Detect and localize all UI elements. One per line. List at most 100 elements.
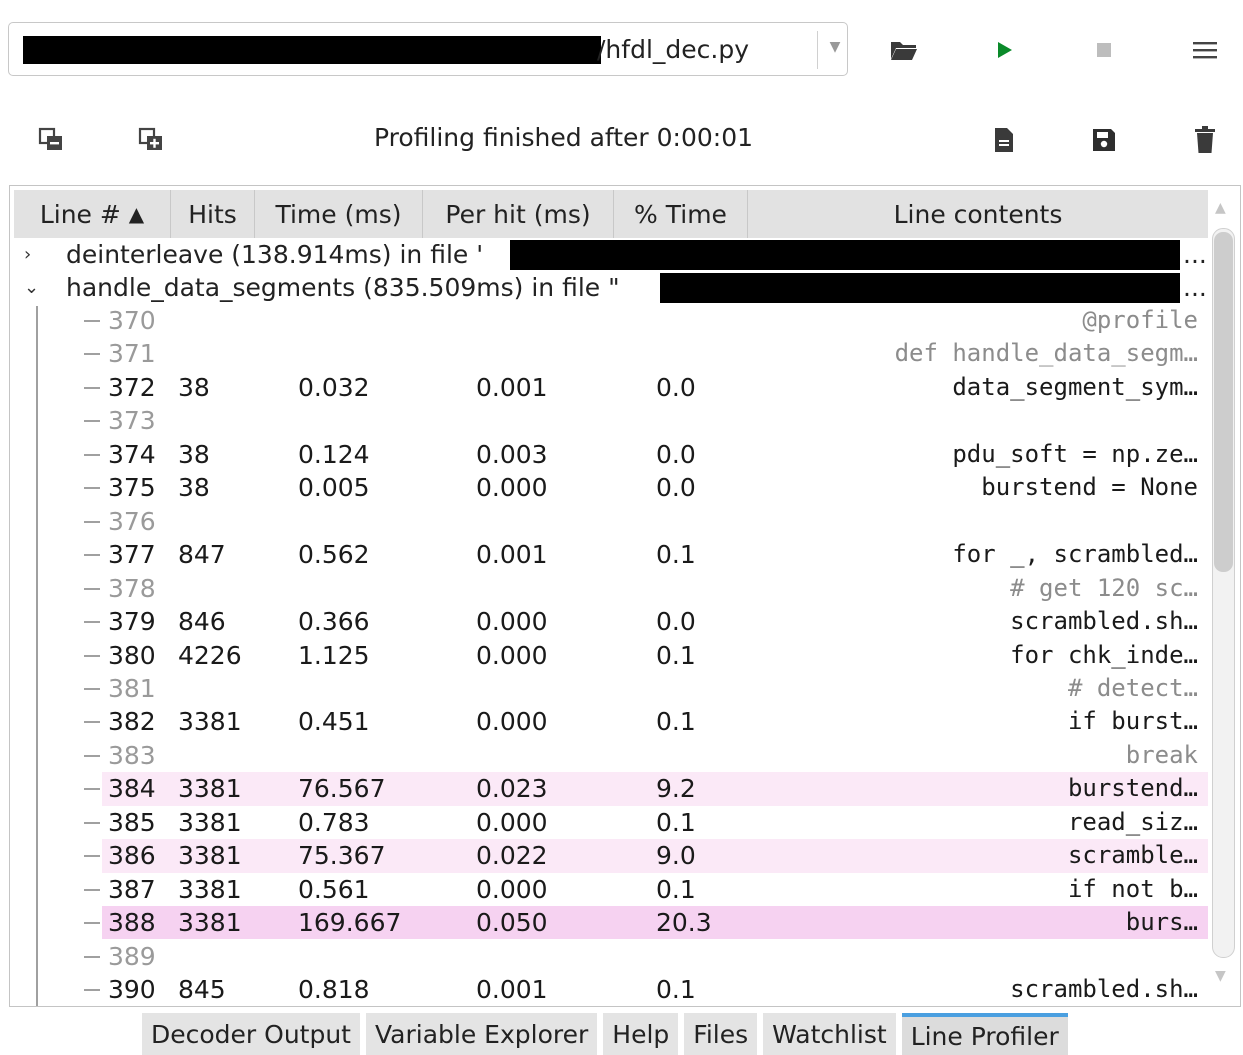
table-row[interactable]: 379 846 0.366 0.000 0.0 scrambled.sh…: [84, 605, 1208, 638]
collapse-all-button[interactable]: [32, 120, 72, 160]
table-row[interactable]: 377 847 0.562 0.001 0.1 for _, scrambled…: [84, 538, 1208, 571]
chevron-right-icon[interactable]: ›: [24, 238, 50, 271]
table-row[interactable]: 389: [84, 940, 1208, 973]
hits-cell: 38: [178, 372, 210, 402]
function-row-deinterleave[interactable]: › deinterleave (138.914ms) in file ' ...: [24, 238, 1207, 271]
hits-cell: 3381: [178, 841, 242, 871]
line-contents-cell: burstend = None: [981, 473, 1198, 502]
tab-help[interactable]: Help: [603, 1013, 679, 1055]
stop-profiler-button[interactable]: [1084, 30, 1124, 70]
hits-cell: 846: [178, 607, 226, 637]
table-row[interactable]: 370 @profile: [84, 304, 1208, 337]
function-label: deinterleave (138.914ms) in file ': [66, 240, 484, 269]
run-profiler-button[interactable]: [985, 30, 1025, 70]
tree-branch-stub: [84, 353, 100, 356]
truncation-ellipsis: ...: [1183, 240, 1207, 269]
col-header-hits[interactable]: Hits: [171, 190, 255, 238]
time-cell: 0.366: [298, 607, 370, 637]
table-row[interactable]: 380 4226 1.125 0.000 0.1 for chk_inde…: [84, 639, 1208, 672]
tab-decoder-output[interactable]: Decoder Output: [142, 1013, 360, 1055]
collapse-all-icon: [38, 127, 62, 150]
expand-all-icon: [138, 127, 162, 150]
hits-cell: 38: [178, 473, 210, 503]
hits-cell: 38: [178, 439, 210, 469]
line-number-cell: 381: [108, 673, 156, 703]
hits-cell: 847: [178, 540, 226, 570]
line-number-cell: 385: [108, 807, 156, 837]
line-profiler-tree[interactable]: Line # ▲ Hits Time (ms) Per hit (ms) % T…: [9, 185, 1241, 1007]
chevron-down-icon[interactable]: ▼: [825, 37, 845, 57]
tab-line-profiler[interactable]: Line Profiler: [901, 1013, 1068, 1055]
per-hit-cell: 0.023: [476, 774, 548, 804]
line-number-cell: 382: [108, 707, 156, 737]
table-row[interactable]: 384 3381 76.567 0.023 9.2 burstend…: [84, 772, 1208, 806]
table-row[interactable]: 375 38 0.005 0.000 0.0 burstend = None: [84, 471, 1208, 504]
table-row[interactable]: 381 # detect…: [84, 672, 1208, 705]
sort-ascending-icon: ▲: [128, 202, 145, 226]
tree-branch-stub: [84, 855, 100, 858]
table-row[interactable]: 388 3381 169.667 0.050 20.3 burs…: [84, 906, 1208, 940]
table-row[interactable]: 386 3381 75.367 0.022 9.0 scramble…: [84, 839, 1208, 873]
save-data-button[interactable]: [1084, 120, 1124, 160]
tab-variable-explorer[interactable]: Variable Explorer: [366, 1013, 598, 1055]
table-row[interactable]: 372 38 0.032 0.001 0.0 data_segment_sym…: [84, 371, 1208, 404]
line-number-cell: 380: [108, 640, 156, 670]
time-cell: 0.561: [298, 874, 370, 904]
truncation-ellipsis: ...: [1183, 273, 1207, 302]
time-cell: 0.783: [298, 807, 370, 837]
line-contents-cell: # get 120 sc…: [1010, 573, 1198, 602]
expand-all-button[interactable]: [132, 120, 172, 160]
time-cell: 169.667: [298, 908, 402, 938]
table-row[interactable]: 390 845 0.818 0.001 0.1 scrambled.sh…: [84, 973, 1208, 1006]
function-row-handle-data-segments[interactable]: ⌄ handle_data_segments (835.509ms) in fi…: [24, 271, 1207, 304]
col-header-percent-time[interactable]: % Time: [614, 190, 748, 238]
percent-time-cell: 0.1: [656, 807, 696, 837]
percent-time-cell: 0.0: [656, 607, 696, 637]
percent-time-cell: 0.1: [656, 540, 696, 570]
hits-cell: 845: [178, 975, 226, 1004]
options-menu-button[interactable]: [1185, 30, 1225, 70]
chevron-down-icon[interactable]: ⌄: [24, 271, 50, 304]
table-row[interactable]: 382 3381 0.451 0.000 0.1 if burst…: [84, 705, 1208, 738]
hits-cell: 3381: [178, 908, 242, 938]
line-contents-cell: @profile: [1082, 306, 1198, 334]
profiling-status-text: Profiling finished after 0:00:01: [374, 123, 754, 152]
table-row[interactable]: 387 3381 0.561 0.000 0.1 if not b…: [84, 873, 1208, 906]
vertical-scrollbar[interactable]: ▲ ▼: [1210, 190, 1238, 1004]
col-header-per-hit[interactable]: Per hit (ms): [423, 190, 614, 238]
table-row[interactable]: 376: [84, 505, 1208, 538]
line-contents-cell: scrambled.sh…: [1010, 975, 1198, 1003]
table-row[interactable]: 385 3381 0.783 0.000 0.1 read_siz…: [84, 806, 1208, 839]
tab-files[interactable]: Files: [684, 1013, 758, 1055]
table-row[interactable]: 383 break: [84, 739, 1208, 772]
file-path-combobox[interactable]: /hfdl_dec.py ▼: [8, 22, 848, 76]
stop-icon: [1097, 43, 1111, 57]
time-cell: 0.005: [298, 473, 370, 503]
hits-cell: 3381: [178, 807, 242, 837]
col-header-line-contents[interactable]: Line contents: [748, 190, 1208, 238]
table-row[interactable]: 373: [84, 404, 1208, 437]
show-output-button[interactable]: [984, 120, 1024, 160]
line-contents-cell: if not b…: [1067, 874, 1198, 903]
col-header-line-number[interactable]: Line # ▲: [14, 190, 171, 238]
line-number-cell: 387: [108, 874, 156, 904]
line-contents-cell: # detect…: [1067, 673, 1198, 702]
scroll-up-icon[interactable]: ▲: [1215, 200, 1226, 216]
line-number-cell: 375: [108, 473, 156, 503]
open-file-button[interactable]: [884, 30, 924, 70]
percent-time-cell: 9.0: [656, 841, 696, 871]
scrollbar-thumb[interactable]: [1214, 232, 1233, 572]
tree-branch-stub: [84, 554, 100, 557]
time-cell: 0.818: [298, 975, 370, 1004]
line-contents-cell: burstend…: [1067, 774, 1198, 803]
scroll-down-icon[interactable]: ▼: [1215, 968, 1226, 984]
tab-watchlist[interactable]: Watchlist: [763, 1013, 896, 1055]
clear-data-button[interactable]: [1185, 120, 1225, 160]
table-row[interactable]: 378 # get 120 sc…: [84, 572, 1208, 605]
per-hit-cell: 0.000: [476, 473, 548, 503]
table-row[interactable]: 374 38 0.124 0.003 0.0 pdu_soft = np.ze…: [84, 438, 1208, 471]
col-header-time[interactable]: Time (ms): [255, 190, 423, 238]
table-row[interactable]: 371 def handle_data_segm…: [84, 337, 1208, 370]
line-contents-cell: data_segment_sym…: [952, 372, 1198, 401]
per-hit-cell: 0.001: [476, 540, 548, 570]
